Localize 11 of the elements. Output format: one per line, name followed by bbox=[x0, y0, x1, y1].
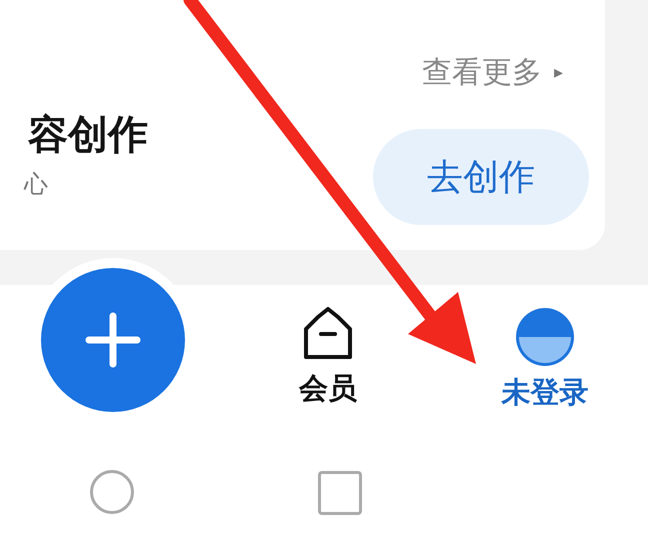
view-more-link[interactable]: 查看更多 ▸ bbox=[422, 52, 563, 93]
plus-icon bbox=[85, 312, 141, 368]
home-button[interactable] bbox=[90, 470, 134, 514]
nav-tab[interactable]: 未登录 bbox=[485, 307, 605, 413]
nav-tab[interactable]: 会员 bbox=[268, 307, 388, 409]
card-title: 容创作 bbox=[28, 111, 148, 160]
avatar-icon bbox=[515, 307, 575, 367]
create-button[interactable]: 去创作 bbox=[373, 129, 589, 225]
recents-button[interactable] bbox=[318, 471, 362, 515]
caret-icon: ▸ bbox=[554, 62, 563, 83]
card-subtitle: 心 bbox=[24, 169, 49, 200]
